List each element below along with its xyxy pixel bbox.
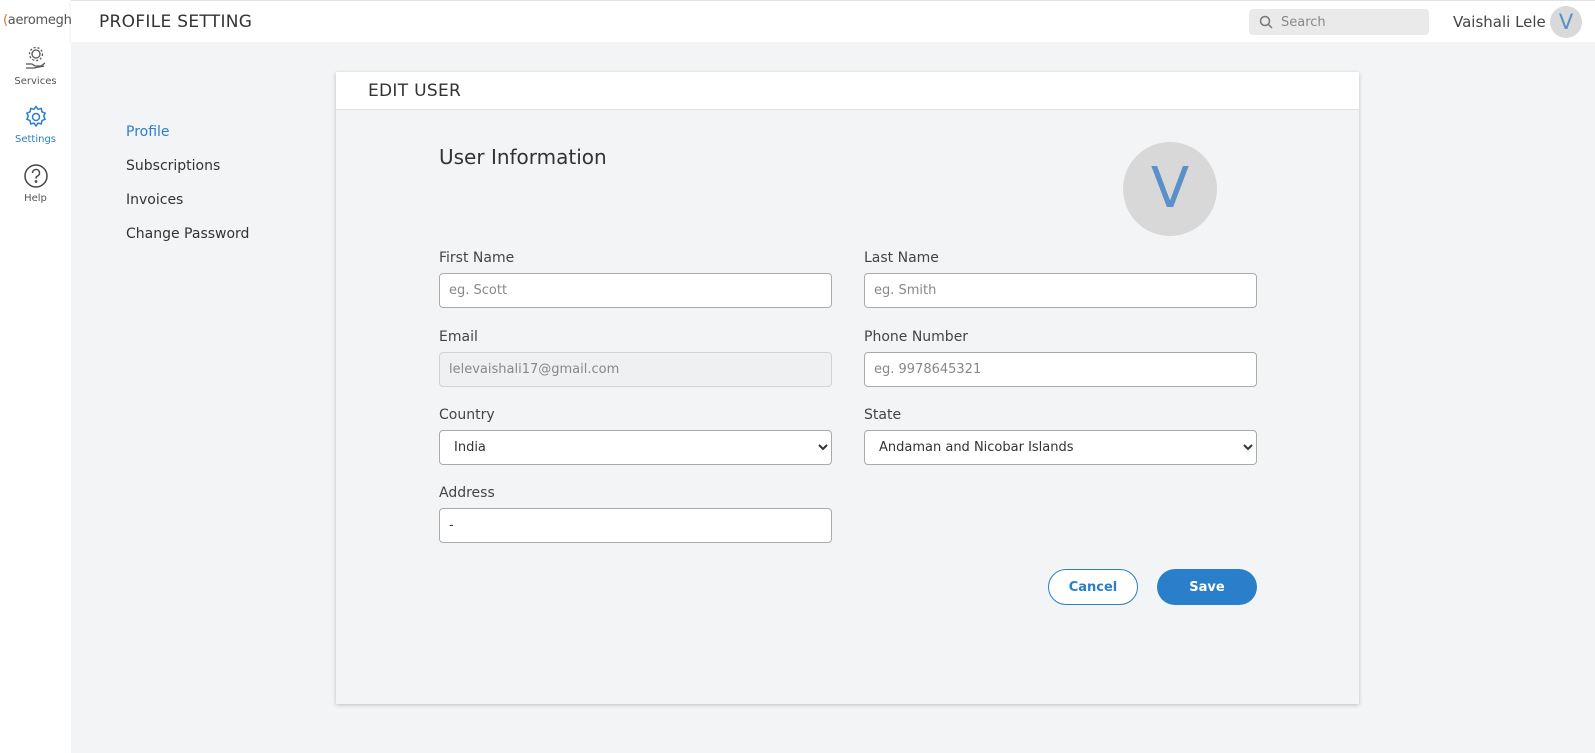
rail-label: Settings [14,134,56,145]
save-button[interactable]: Save [1157,569,1257,605]
avatar[interactable]: V [1550,6,1582,38]
rail-item-services[interactable]: Services [0,46,71,87]
page-title: PROFILE SETTING [99,12,253,32]
user-name: Vaishali Lele [1453,13,1546,31]
section-title: User Information [439,145,607,169]
email-group: Email [439,329,832,387]
gear-icon [25,105,46,128]
last-name-label: Last Name [864,250,939,266]
app-logo[interactable]: (aeromegh [3,13,72,28]
state-select[interactable]: Andaman and Nicobar Islands [864,430,1257,465]
first-name-label: First Name [439,250,515,266]
search-box[interactable] [1249,9,1429,35]
country-select[interactable]: India [439,430,832,465]
card-header: EDIT USER [336,72,1359,110]
services-icon [25,46,45,69]
top-header: PROFILE SETTING Vaishali Lele V [71,0,1595,42]
email-label: Email [439,329,478,345]
country-group: Country India [439,407,832,465]
phone-group: Phone Number [864,329,1257,387]
address-label: Address [439,485,495,501]
cancel-button[interactable]: Cancel [1048,569,1138,605]
state-group: State Andaman and Nicobar Islands [864,407,1257,465]
first-name-field[interactable] [439,273,832,308]
phone-label: Phone Number [864,329,969,345]
rail-item-settings[interactable]: Settings [0,104,71,145]
search-input[interactable] [1281,13,1421,31]
settings-nav-subscriptions[interactable]: Subscriptions [126,158,249,174]
main-area: Profile Subscriptions Invoices Change Pa… [71,42,1595,753]
profile-avatar[interactable]: V [1123,142,1217,236]
settings-nav: Profile Subscriptions Invoices Change Pa… [126,124,249,260]
state-label: State [864,407,902,423]
help-icon [23,164,48,188]
email-field [439,352,832,387]
phone-field[interactable] [864,352,1257,387]
settings-nav-invoices[interactable]: Invoices [126,192,249,208]
first-name-group: First Name [439,250,832,308]
search-icon [1259,15,1273,29]
left-rail: (aeromegh Services Settings Help [0,0,72,753]
logo-text: aeromegh [7,13,72,28]
last-name-group: Last Name [864,250,1257,308]
rail-label: Services [14,76,57,87]
last-name-field[interactable] [864,273,1257,308]
edit-user-card: EDIT USER User Information V First Name … [336,72,1359,704]
settings-nav-change-password[interactable]: Change Password [126,226,249,242]
settings-nav-profile[interactable]: Profile [126,124,249,140]
rail-item-help[interactable]: Help [0,163,71,204]
rail-label: Help [24,193,47,204]
address-group: Address [439,485,832,543]
country-label: Country [439,407,495,423]
address-field[interactable] [439,508,832,543]
card-title: EDIT USER [368,81,462,101]
